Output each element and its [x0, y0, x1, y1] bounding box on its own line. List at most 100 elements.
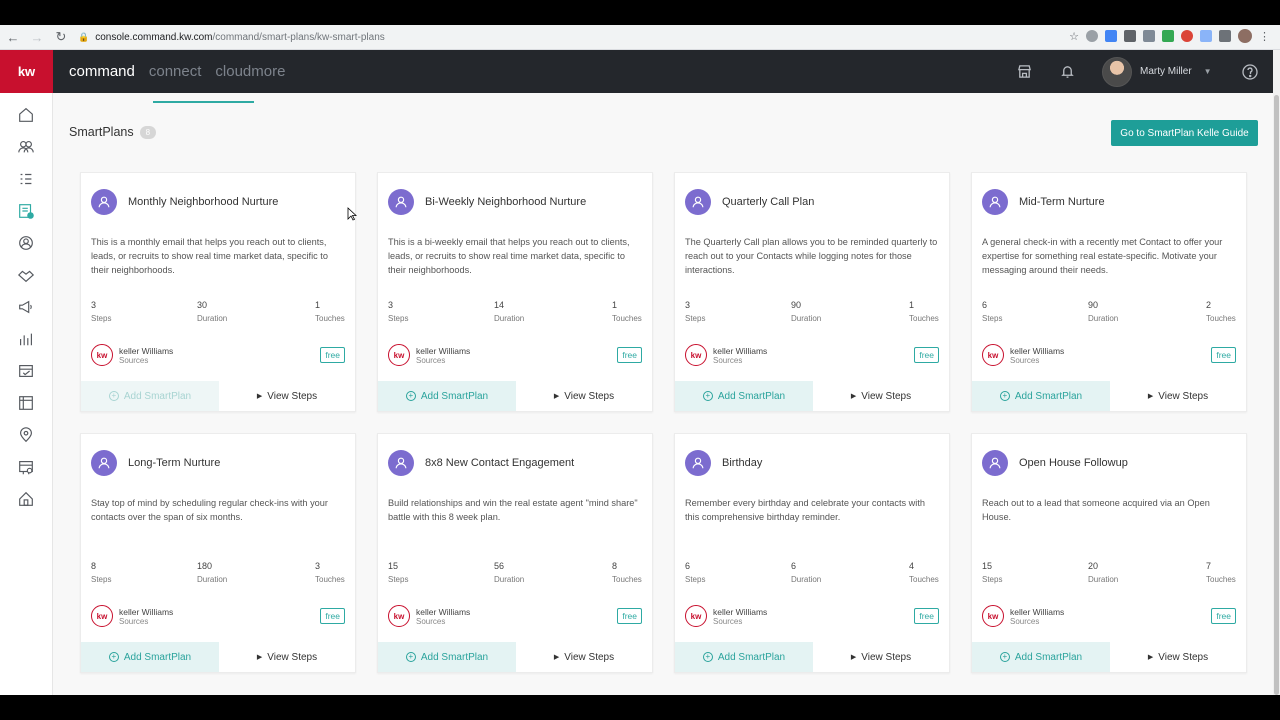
add-smartplan-label: Add SmartPlan — [1014, 651, 1083, 663]
contacts-icon[interactable] — [16, 137, 36, 157]
store-icon[interactable] — [1016, 63, 1033, 80]
steps-value: 15 — [388, 561, 399, 571]
extension-icon[interactable] — [1200, 30, 1212, 42]
megaphone-icon[interactable] — [16, 297, 36, 317]
view-steps-button[interactable]: ▶ View Steps — [219, 381, 355, 411]
kw-source-logo: kw — [91, 605, 113, 627]
view-steps-button[interactable]: ▶ View Steps — [813, 642, 949, 672]
source-name: keller Williams — [416, 606, 471, 617]
view-steps-button[interactable]: ▶ View Steps — [516, 642, 652, 672]
smartplan-guide-button[interactable]: Go to SmartPlan Kelle Guide — [1111, 120, 1258, 146]
add-smartplan-button[interactable]: + Add SmartPlan — [378, 642, 516, 672]
view-steps-button[interactable]: ▶ View Steps — [813, 381, 949, 411]
reload-icon[interactable]: ↻ — [50, 26, 72, 48]
extension-icon[interactable] — [1181, 30, 1193, 42]
address-bar[interactable]: 🔒 console.command.kw.com/command/smart-p… — [78, 28, 1078, 47]
stat-touches: 8 Touches — [612, 561, 642, 584]
plus-icon: + — [405, 391, 416, 401]
view-steps-button[interactable]: ▶ View Steps — [1110, 381, 1246, 411]
card-actions: + Add SmartPlan ▶ View Steps — [675, 642, 949, 672]
add-smartplan-label: Add SmartPlan — [420, 651, 489, 663]
caret-right-icon: ▶ — [553, 393, 560, 400]
caret-right-icon: ▶ — [553, 654, 560, 661]
source-label: Sources — [1010, 616, 1040, 626]
calendar-icon[interactable] — [16, 457, 36, 477]
source: kw keller Williams Sources — [91, 605, 173, 627]
add-smartplan-button[interactable]: + Add SmartPlan — [675, 642, 813, 672]
user-name: Marty Miller — [1140, 66, 1192, 77]
stat-steps: 3 Steps — [388, 300, 408, 323]
extension-icon[interactable] — [1105, 30, 1117, 42]
main-nav: command connect cloudmore — [69, 50, 285, 93]
house-icon[interactable] — [16, 489, 36, 509]
view-steps-button[interactable]: ▶ View Steps — [219, 642, 355, 672]
profile-avatar[interactable] — [1238, 29, 1252, 43]
marketing-icon[interactable] — [16, 361, 36, 381]
plan-person-icon — [982, 189, 1008, 215]
card-description: The Quarterly Call plan allows you to be… — [685, 237, 938, 275]
source-label: Sources — [416, 616, 446, 626]
card-title: Bi-Weekly Neighborhood Nurture — [425, 196, 587, 208]
add-smartplan-button[interactable]: + Add SmartPlan — [81, 642, 219, 672]
extension-icon[interactable] — [1162, 30, 1174, 42]
touches-label: Touches — [909, 575, 939, 584]
free-badge: free — [320, 347, 345, 363]
free-badge: free — [320, 608, 345, 624]
stat-touches: 2 Touches — [1206, 300, 1236, 323]
add-smartplan-button[interactable]: + Add SmartPlan — [972, 381, 1110, 411]
plan-person-icon — [388, 189, 414, 215]
nav-command[interactable]: command — [69, 63, 135, 80]
back-icon[interactable]: ← — [2, 26, 24, 48]
stat-steps: 3 Steps — [91, 300, 111, 323]
add-smartplan-button[interactable]: + Add SmartPlan — [972, 642, 1110, 672]
url-path: /command/smart-plans/kw-smart-plans — [212, 32, 385, 43]
smartplans-icon[interactable] — [16, 201, 36, 221]
kw-source-logo: kw — [91, 344, 113, 366]
view-steps-button[interactable]: ▶ View Steps — [1110, 642, 1246, 672]
add-smartplan-label: Add SmartPlan — [717, 651, 786, 663]
extension-icon[interactable] — [1124, 30, 1136, 42]
plan-person-icon — [388, 450, 414, 476]
menu-icon[interactable]: ⋮ — [1259, 30, 1270, 43]
extension-icon[interactable] — [1143, 30, 1155, 42]
tasks-icon[interactable] — [16, 169, 36, 189]
source: kw keller Williams Sources — [685, 344, 767, 366]
forward-icon[interactable]: → — [26, 26, 48, 48]
steps-label: Steps — [91, 575, 112, 584]
scrollbar[interactable] — [1273, 50, 1280, 695]
home-icon[interactable] — [16, 105, 36, 125]
nav-connect[interactable]: connect — [149, 63, 202, 80]
star-icon[interactable]: ☆ — [1069, 30, 1079, 43]
view-steps-button[interactable]: ▶ View Steps — [516, 381, 652, 411]
screen: ← → ↻ 🔒 console.command.kw.com/command/s… — [0, 0, 1280, 720]
help-icon[interactable] — [1241, 63, 1258, 80]
bell-icon[interactable] — [1059, 63, 1076, 80]
handshake-icon[interactable] — [16, 265, 36, 285]
steps-label: Steps — [91, 314, 112, 323]
view-steps-label: View Steps — [564, 390, 615, 402]
map-pin-icon[interactable] — [16, 425, 36, 445]
app-header: kw command connect cloudmore Marty Mille… — [0, 50, 1273, 93]
scrollbar-thumb[interactable] — [1274, 95, 1279, 695]
plan-person-icon — [685, 450, 711, 476]
add-smartplan-button[interactable]: + Add SmartPlan — [81, 381, 219, 411]
main-content: SmartPlans 8 Go to SmartPlan Kelle Guide… — [53, 93, 1273, 695]
kw-logo[interactable]: kw — [0, 50, 53, 93]
nav-cloudmore[interactable]: cloudmore — [215, 63, 285, 80]
listings-icon[interactable] — [16, 393, 36, 413]
plus-icon: + — [999, 652, 1010, 662]
location-icon[interactable] — [16, 233, 36, 253]
reports-icon[interactable] — [16, 329, 36, 349]
plan-person-icon — [91, 189, 117, 215]
add-smartplan-label: Add SmartPlan — [123, 651, 192, 663]
extension-icon[interactable] — [1086, 30, 1098, 42]
extension-icon[interactable] — [1219, 30, 1231, 42]
url-host: console.command.kw.com — [95, 32, 213, 43]
caret-right-icon: ▶ — [850, 393, 857, 400]
user-menu[interactable]: Marty Miller ▼ — [1102, 56, 1212, 87]
duration-value: 56 — [494, 561, 505, 571]
card-actions: + Add SmartPlan ▶ View Steps — [81, 381, 355, 411]
add-smartplan-button[interactable]: + Add SmartPlan — [378, 381, 516, 411]
stat-duration: 56 Duration — [494, 561, 524, 584]
add-smartplan-button[interactable]: + Add SmartPlan — [675, 381, 813, 411]
